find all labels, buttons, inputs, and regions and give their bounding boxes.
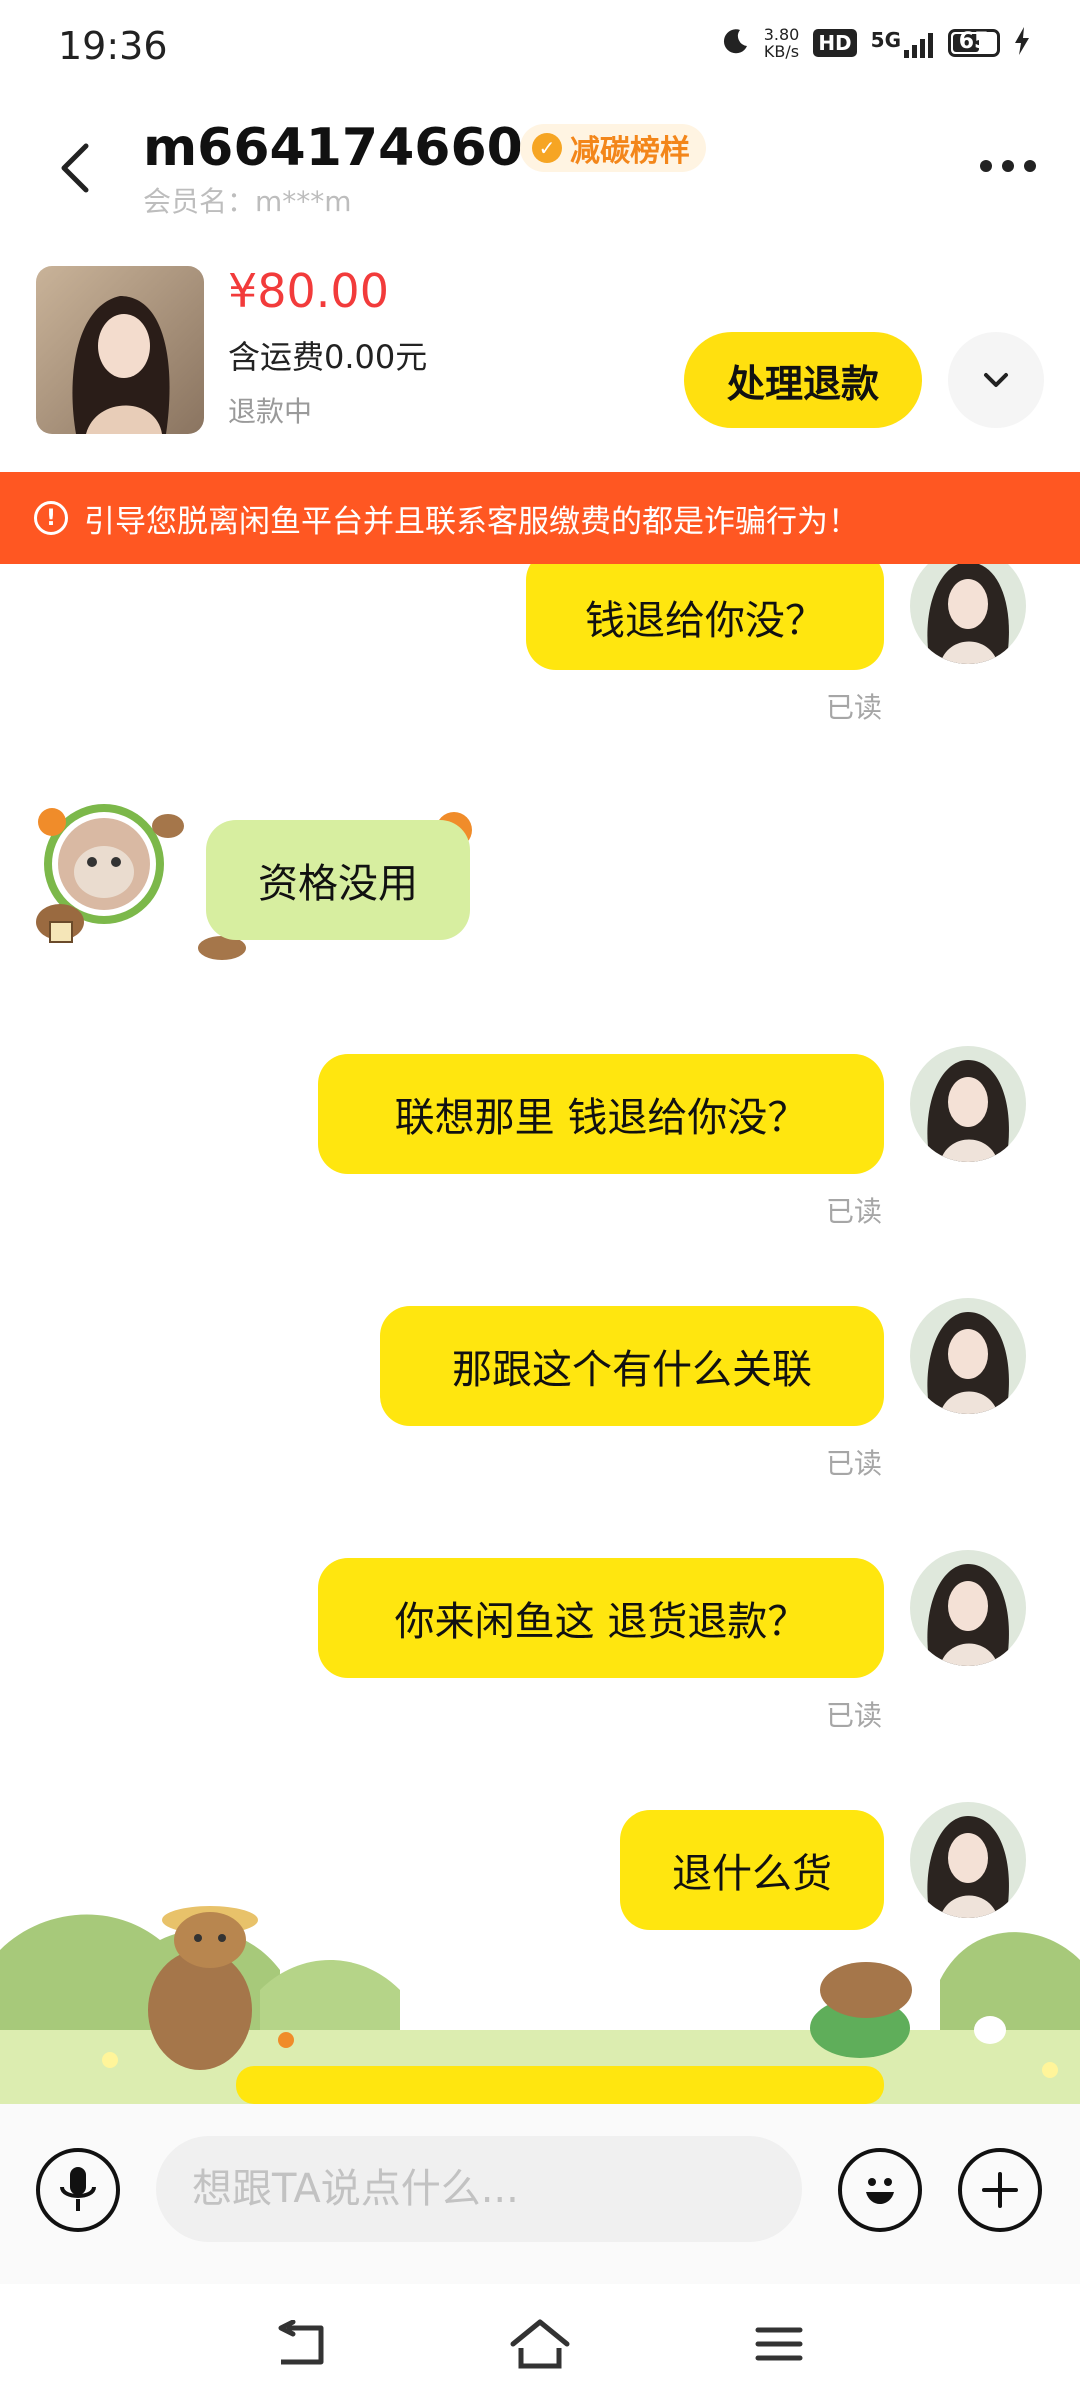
microphone-icon <box>60 2167 96 2211</box>
message-text: 那跟这个有什么关联 <box>452 1347 812 1393</box>
message-text: 资格没用 <box>258 861 418 907</box>
status-icons: 3.80 KB/s HD 5G 65 <box>720 26 1030 60</box>
warning-text: 引导您脱离闲鱼平台并且联系客服缴费的都是诈骗行为！ <box>84 503 859 540</box>
voice-button[interactable] <box>36 2148 120 2232</box>
member-name: 会员名：m***m <box>143 185 352 218</box>
avatar[interactable] <box>910 1298 1026 1414</box>
leaf-icon: ✓ <box>532 133 562 163</box>
nav-back-button[interactable] <box>266 2314 336 2374</box>
moon-icon <box>720 26 750 60</box>
status-time: 19:36 <box>58 24 168 68</box>
chevron-down-icon <box>984 373 1008 387</box>
product-price: ¥80.00 <box>228 264 389 318</box>
message-text: 钱退给你没？ <box>585 598 825 644</box>
read-receipt: 已读 <box>826 1699 883 1732</box>
nav-home-button[interactable] <box>505 2314 575 2374</box>
network-speed: 3.80 KB/s <box>764 26 800 60</box>
plus-icon <box>982 2172 1018 2208</box>
signal-icon: 5G <box>871 28 934 58</box>
message-text: 你来闲鱼这 退货退款？ <box>394 1599 808 1645</box>
avatar[interactable] <box>910 1046 1026 1162</box>
read-receipt: 已读 <box>826 1447 883 1480</box>
battery-level: 65 <box>958 29 990 54</box>
avatar[interactable] <box>910 1550 1026 1666</box>
hd-badge: HD <box>813 29 857 57</box>
battery-icon: 65 <box>948 29 1000 57</box>
message-input[interactable] <box>156 2136 802 2242</box>
chevron-left-icon <box>61 143 89 193</box>
message-text: 联想那里 钱退给你没？ <box>394 1095 808 1141</box>
add-button[interactable] <box>958 2148 1042 2232</box>
home-icon <box>510 2319 570 2369</box>
carbon-badge[interactable]: ✓ 减碳榜样 <box>520 124 706 172</box>
message-bubble[interactable]: 那跟这个有什么关联 <box>380 1306 884 1426</box>
badge-label: 减碳榜样 <box>570 134 690 169</box>
handle-refund-button[interactable]: 处理退款 <box>684 332 922 428</box>
order-status: 退款中 <box>228 395 313 428</box>
status-bar: 19:36 3.80 KB/s HD 5G 65 <box>0 0 1080 100</box>
message-list[interactable]: 钱退给你没？ 已读 资格没用 联想那里 钱退给你没？ 已读 那跟这个有什么关联 … <box>0 564 1080 2104</box>
input-bar <box>0 2104 1080 2284</box>
charging-icon <box>1014 27 1030 59</box>
shipping-fee: 含运费0.00元 <box>228 338 428 376</box>
product-thumbnail[interactable] <box>36 266 204 434</box>
chat-header: m664174660m ✓ 减碳榜样 会员名：m***m <box>0 100 1080 235</box>
decorative-scenery <box>0 1880 1080 2104</box>
speed-unit: KB/s <box>763 42 800 61</box>
read-receipt: 已读 <box>826 691 883 724</box>
more-dots-icon[interactable] <box>980 160 1036 172</box>
message-bubble[interactable]: 你来闲鱼这 退货退款？ <box>318 1558 884 1678</box>
avatar[interactable] <box>910 564 1026 664</box>
menu-icon <box>755 2327 803 2361</box>
read-receipt: 已读 <box>826 1195 883 1228</box>
emoji-icon <box>866 2178 894 2204</box>
nav-menu-button[interactable] <box>744 2314 814 2374</box>
message-bubble[interactable]: 资格没用 <box>206 820 470 940</box>
message-bubble[interactable]: 联想那里 钱退给你没？ <box>318 1054 884 1174</box>
expand-button[interactable] <box>948 332 1044 428</box>
system-nav-bar <box>0 2284 1080 2408</box>
message-bubble[interactable]: 钱退给你没？ <box>526 564 884 670</box>
emoji-button[interactable] <box>838 2148 922 2232</box>
network-type: 5G <box>870 28 901 52</box>
back-button[interactable] <box>48 138 108 198</box>
back-arrow-icon <box>278 2320 324 2365</box>
fraud-warning-banner: ! 引导您脱离闲鱼平台并且联系客服缴费的都是诈骗行为！ <box>0 472 1080 564</box>
chat-title: m664174660m <box>143 118 578 178</box>
alert-icon: ! <box>34 501 68 535</box>
product-card[interactable]: ¥80.00 含运费0.00元 退款中 处理退款 <box>0 240 1080 470</box>
speed-value: 3.80 <box>763 25 800 44</box>
